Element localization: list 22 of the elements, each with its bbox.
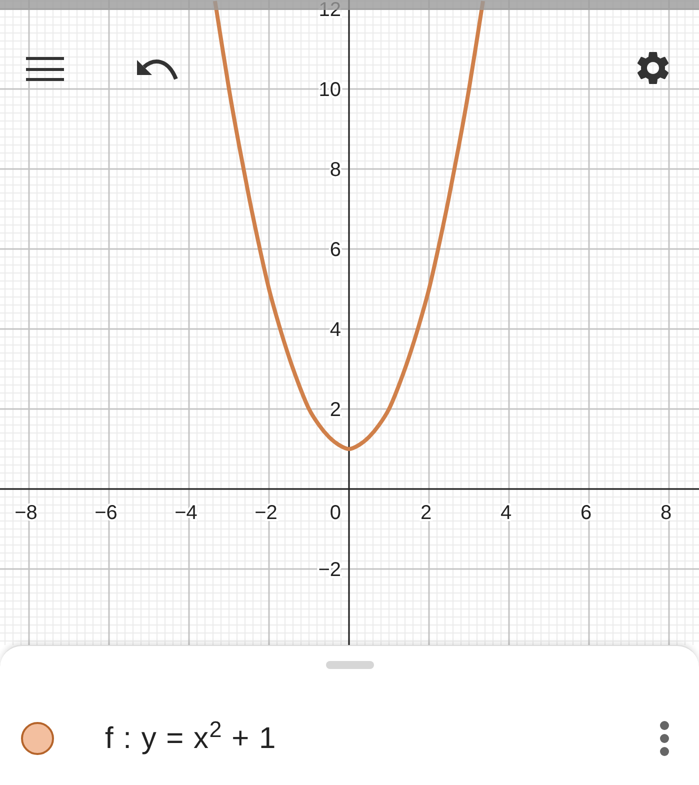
x-tick-label: 4 [500,502,512,524]
x-tick-label: 8 [660,502,672,524]
x-tick-label: −2 [254,502,278,524]
drag-handle[interactable] [326,661,374,669]
y-tick-label: −2 [318,559,341,581]
y-tick-label: 12 [318,0,341,21]
y-tick-label: 8 [330,159,341,181]
x-tick-label: −4 [174,502,198,524]
origin-label: 0 [330,502,341,524]
y-tick-label: 2 [330,399,341,421]
function-formula[interactable]: f : y = x$^{2}$ + 1 [105,716,276,761]
x-tick-label: −6 [94,502,118,524]
undo-icon[interactable] [136,57,178,81]
visibility-toggle[interactable] [21,722,54,755]
x-tick-label: 2 [420,502,432,524]
y-tick-label: 10 [318,79,341,101]
x-tick-label: −8 [14,502,38,524]
more-options-icon[interactable] [660,721,669,756]
y-tick-label: 4 [330,319,341,341]
y-tick-label: 6 [330,239,341,261]
menu-icon[interactable] [26,55,64,83]
x-tick-label: 6 [580,502,592,524]
